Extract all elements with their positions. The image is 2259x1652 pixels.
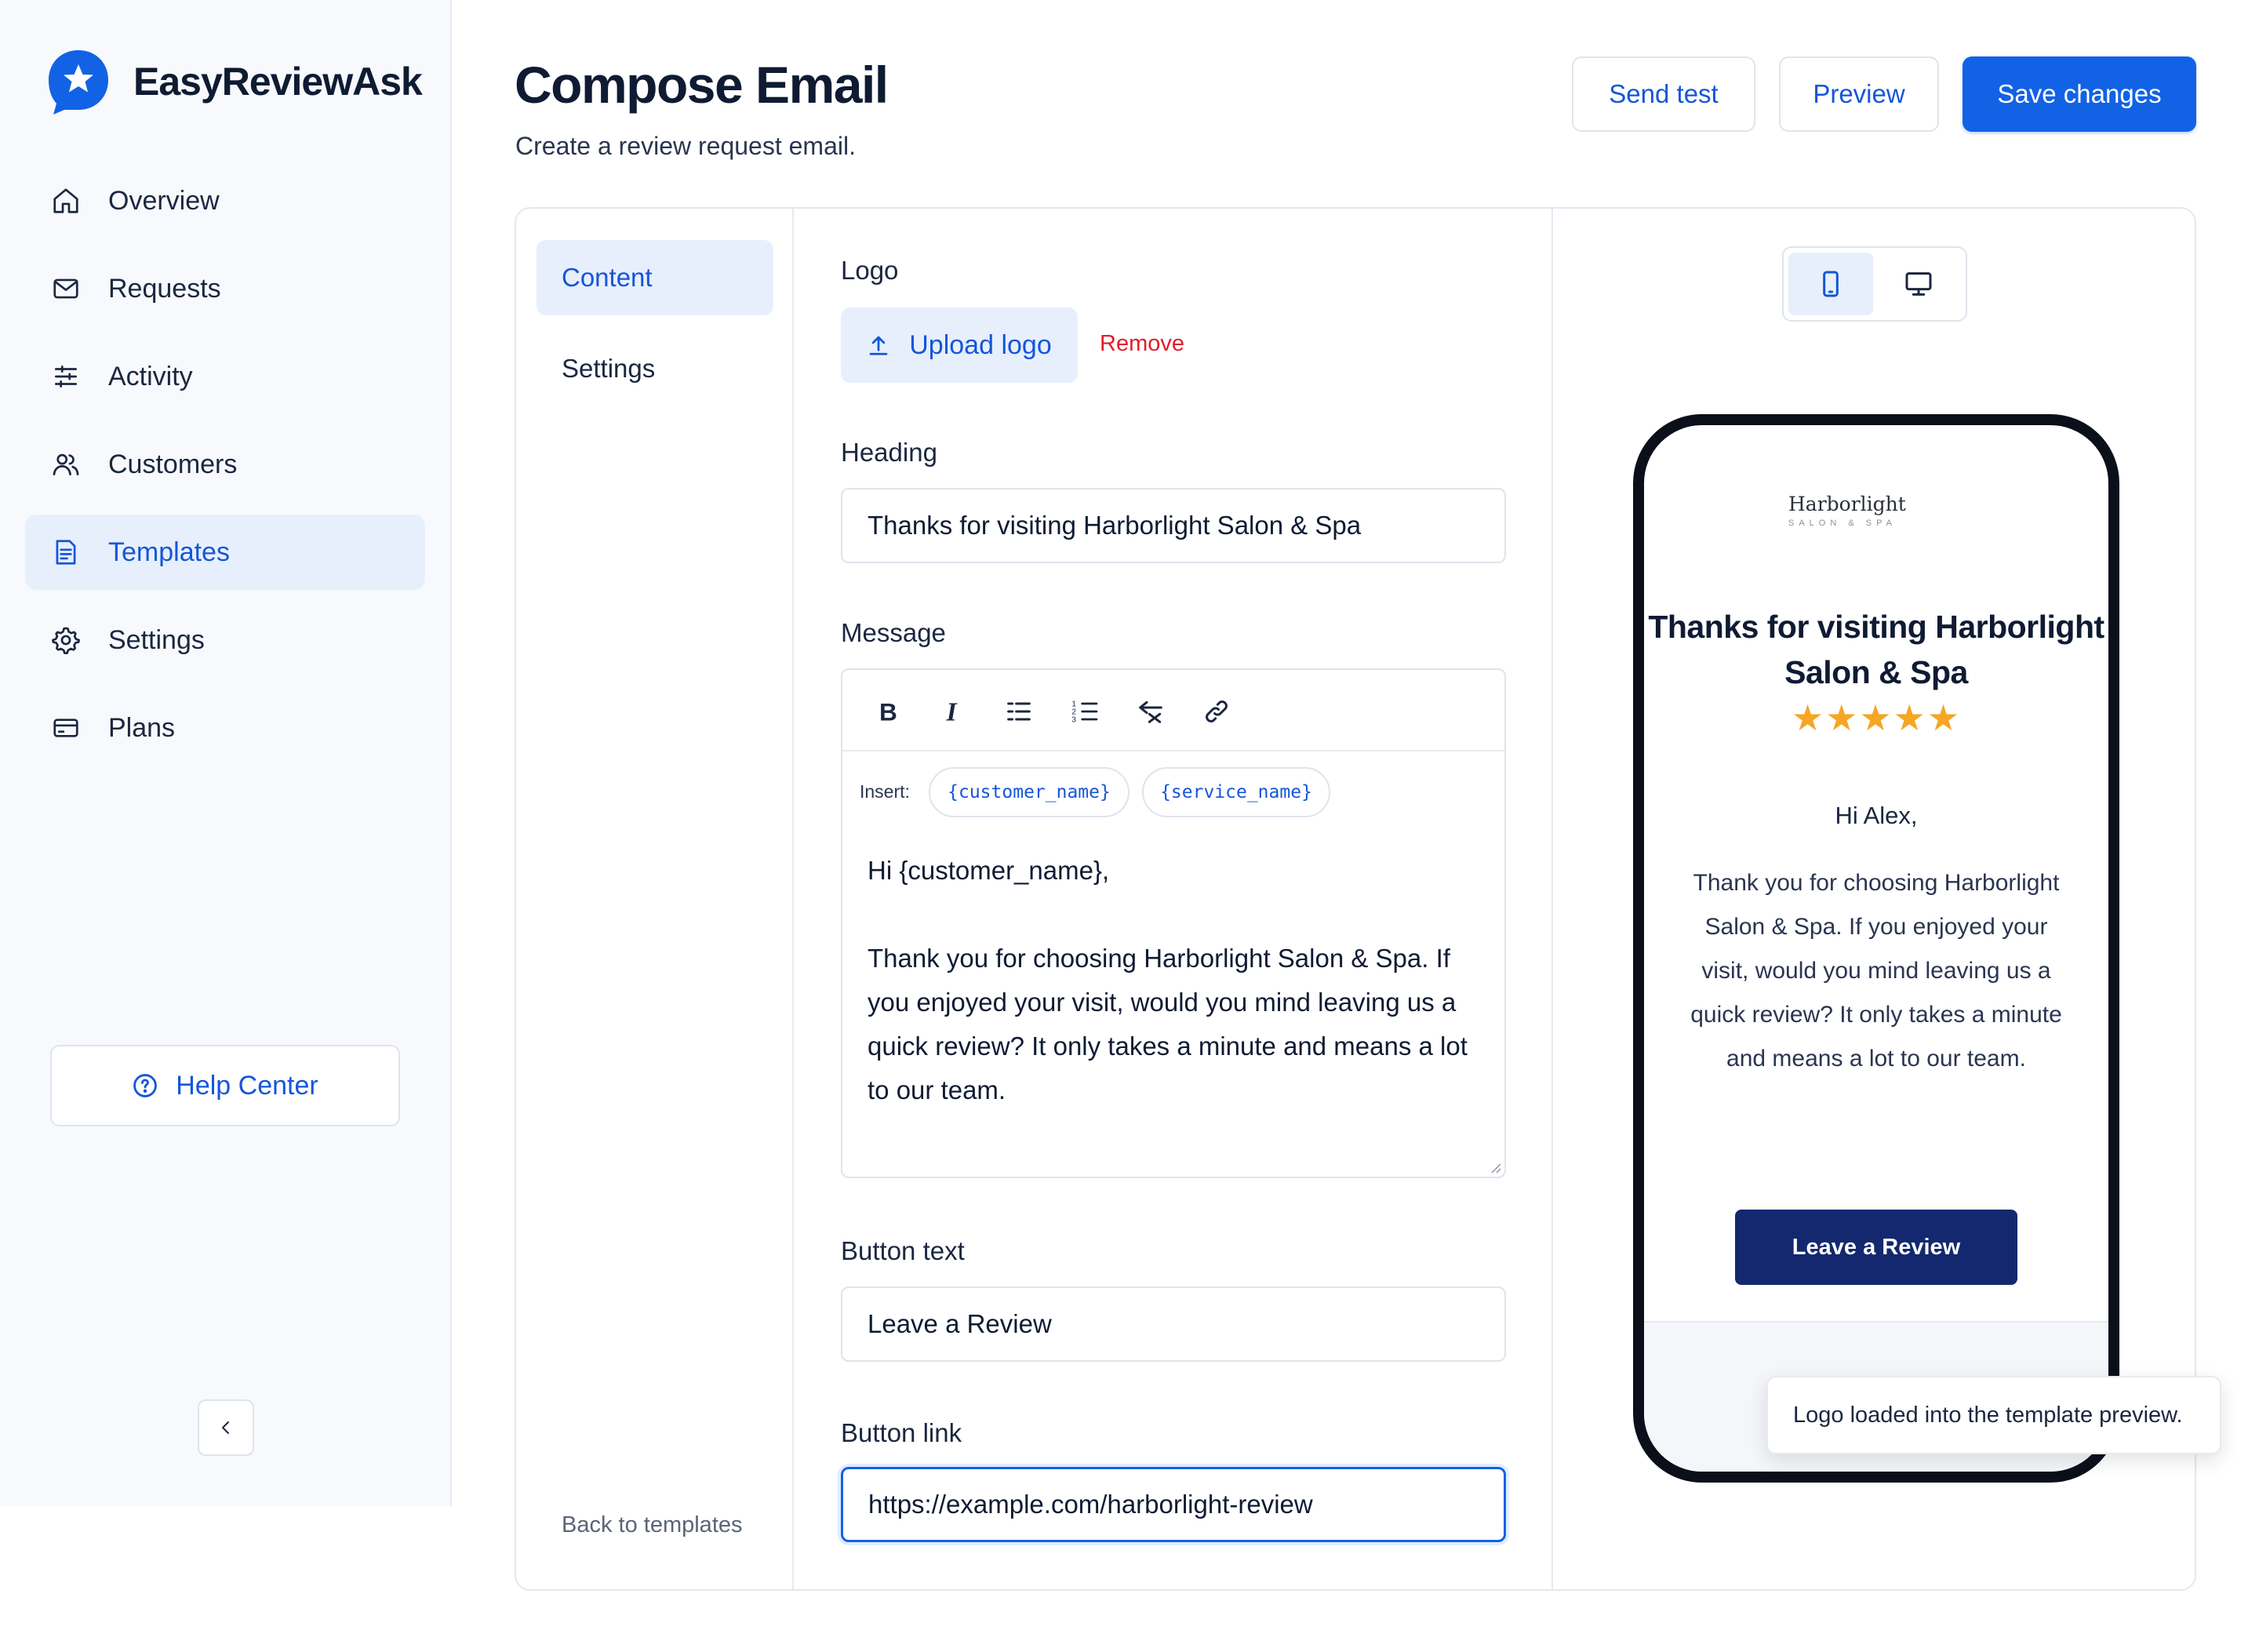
mail-icon <box>50 273 82 304</box>
email-logo-tagline: SALON & SPA <box>1788 519 1897 528</box>
tab-settings[interactable]: Settings <box>537 331 773 406</box>
sidebar-item-label: Activity <box>108 361 193 391</box>
email-greeting: Hi Alex, <box>1835 802 1918 829</box>
italic-icon[interactable]: I <box>933 692 973 731</box>
logo-label: Logo <box>841 256 899 285</box>
customer-name-chip[interactable]: {customer_name} <box>929 767 1130 817</box>
email-heading: Thanks for visiting Harborlight Salon & … <box>1648 609 2104 690</box>
mobile-icon <box>1823 271 1839 297</box>
button-link-input[interactable]: https://example.com/harborlight-review <box>841 1467 1506 1542</box>
back-to-templates-link[interactable]: Back to templates <box>562 1512 743 1538</box>
message-editor[interactable]: B I 123 Insert: {customer_name} {service… <box>841 668 1506 1178</box>
desktop-icon <box>1905 272 1932 296</box>
tab-content[interactable]: Content <box>537 240 773 315</box>
mobile-view-button[interactable] <box>1788 253 1873 315</box>
email-logo-name: Harborlight <box>1788 493 1906 515</box>
bulleted-list-icon[interactable] <box>999 692 1039 731</box>
users-icon <box>50 449 82 480</box>
sidebar-item-plans[interactable]: Plans <box>25 690 425 766</box>
button-link-label: Button link <box>841 1418 962 1447</box>
svg-text:B: B <box>879 698 897 726</box>
svg-text:I: I <box>946 698 958 727</box>
email-logo: Harborlight SALON & SPA <box>1788 493 1906 528</box>
document-icon <box>50 537 82 568</box>
insert-label: Insert: <box>860 781 910 802</box>
numbered-list-icon[interactable]: 123 <box>1065 692 1104 731</box>
sidebar-item-label: Customers <box>108 449 238 479</box>
gear-icon <box>50 624 82 656</box>
chevron-left-icon <box>222 1421 229 1434</box>
preview-button[interactable]: Preview <box>1779 56 1939 132</box>
bold-icon[interactable]: B <box>868 692 907 731</box>
editor-toolbar: B I 123 <box>842 670 1504 751</box>
help-center-label: Help Center <box>176 1070 318 1101</box>
leave-review-button[interactable]: Leave a Review <box>1735 1210 2017 1285</box>
email-body-text: Thank you for choosing Harborlight Salon… <box>1690 870 2062 1072</box>
sidebar-item-overview[interactable]: Overview <box>25 163 425 238</box>
sidebar-item-activity[interactable]: Activity <box>25 339 425 414</box>
sidebar-item-label: Templates <box>108 537 230 567</box>
upload-icon <box>869 336 888 355</box>
help-center-button[interactable]: Help Center <box>50 1045 400 1126</box>
sidebar-item-settings[interactable]: Settings <box>25 602 425 678</box>
column-divider <box>1551 209 1553 1589</box>
send-test-button[interactable]: Send test <box>1572 56 1755 132</box>
heading-label: Heading <box>841 438 937 467</box>
link-icon[interactable] <box>1197 692 1236 731</box>
clear-format-icon[interactable] <box>1131 692 1170 731</box>
remove-logo-link[interactable]: Remove <box>1100 331 1184 357</box>
star-rating: ★★★★★ <box>1791 697 1962 738</box>
brand-logo-icon <box>49 50 108 115</box>
toast-notification: Logo loaded into the template preview. <box>1766 1376 2221 1454</box>
sliders-icon <box>50 361 82 392</box>
brand-name: EasyReviewAsk <box>133 60 423 104</box>
desktop-view-button[interactable] <box>1876 253 1961 315</box>
sidebar-item-label: Plans <box>108 712 176 743</box>
column-divider <box>792 209 794 1589</box>
home-icon <box>50 185 82 217</box>
save-changes-button[interactable]: Save changes <box>1963 56 2196 132</box>
device-toggle <box>1782 246 1967 322</box>
help-circle-icon <box>133 1074 158 1097</box>
brand[interactable]: EasyReviewAsk <box>47 49 423 115</box>
sidebar-item-label: Overview <box>108 185 220 216</box>
resize-handle-icon[interactable] <box>1487 1159 1501 1174</box>
button-text-input[interactable]: Leave a Review <box>841 1286 1506 1362</box>
message-label: Message <box>841 618 946 647</box>
phone-preview: Harborlight SALON & SPA Thanks for visit… <box>1633 414 2119 1483</box>
heading-input[interactable]: Thanks for visiting Harborlight Salon & … <box>841 488 1506 563</box>
message-textarea[interactable]: Hi {customer_name}, Thank you for choosi… <box>868 849 1487 1112</box>
credit-card-icon <box>50 712 82 744</box>
upload-logo-label: Upload logo <box>909 329 1052 360</box>
sidebar-item-templates[interactable]: Templates <box>25 515 425 590</box>
button-text-label: Button text <box>841 1236 965 1265</box>
sidebar-item-customers[interactable]: Customers <box>25 427 425 502</box>
collapse-sidebar-button[interactable] <box>198 1399 254 1456</box>
upload-logo-button[interactable]: Upload logo <box>841 307 1078 383</box>
page-subtitle: Create a review request email. <box>515 132 856 160</box>
sidebar-item-label: Requests <box>108 273 221 304</box>
sidebar-nav: Overview Requests Activity Customers Tem… <box>25 163 425 778</box>
sidebar-item-label: Settings <box>108 624 205 655</box>
service-name-chip[interactable]: {service_name} <box>1142 767 1330 817</box>
page-title: Compose Email <box>515 56 889 114</box>
sidebar-item-requests[interactable]: Requests <box>25 251 425 326</box>
svg-text:3: 3 <box>1071 715 1076 724</box>
sidebar: EasyReviewAsk Overview Requests Activity… <box>0 0 452 1506</box>
